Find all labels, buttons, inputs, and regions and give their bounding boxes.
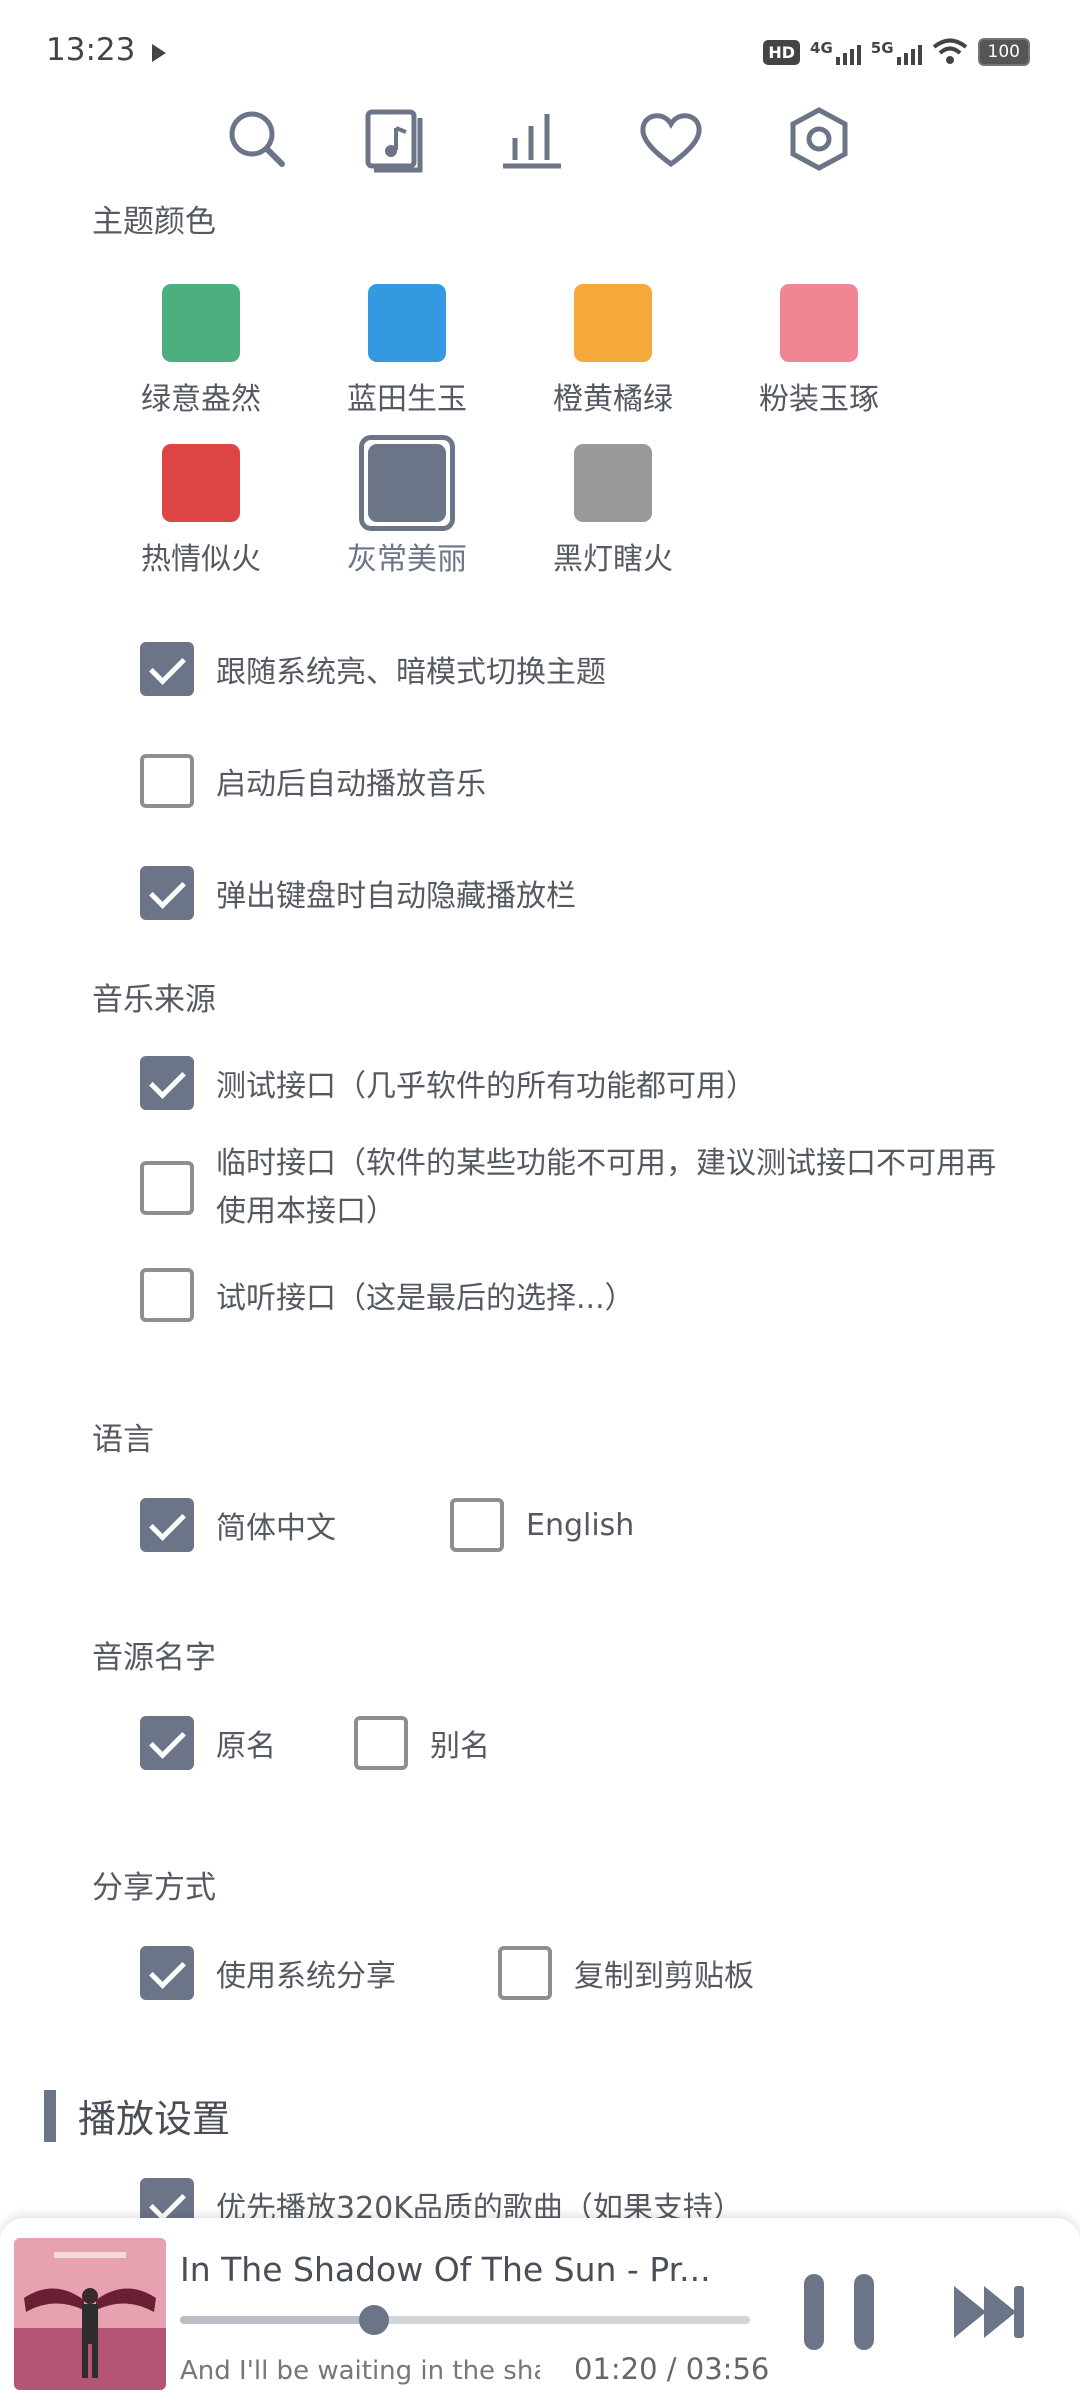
checkbox[interactable] <box>354 1716 408 1770</box>
language-title: 语言 <box>92 1422 154 1458</box>
source-preview-api[interactable]: 试听接口（这是最后的选择...） <box>140 1268 635 1322</box>
checkbox[interactable] <box>140 754 194 808</box>
option-autoplay[interactable]: 启动后自动播放音乐 <box>140 754 486 808</box>
swatch-dark-gray[interactable] <box>574 444 652 522</box>
next-button[interactable] <box>950 2280 1030 2344</box>
mini-player[interactable]: In The Shadow Of The Sun - Pr... And I'l… <box>0 2218 1080 2400</box>
source-temp-api[interactable]: 临时接口（软件的某些功能不可用，建议测试接口不可用再使用本接口） <box>140 1140 996 1236</box>
option-label: 跟随系统亮、暗模式切换主题 <box>216 655 606 690</box>
album-art[interactable] <box>14 2238 166 2390</box>
signal-4g-icon: 4G <box>810 39 861 65</box>
option-follow-system-theme[interactable]: 跟随系统亮、暗模式切换主题 <box>140 642 606 696</box>
option-label: 弹出键盘时自动隐藏播放栏 <box>216 879 576 914</box>
option-label: 别名 <box>430 1729 490 1764</box>
checkbox[interactable] <box>450 1498 504 1552</box>
pause-icon-bar <box>854 2274 874 2350</box>
progress-knob[interactable] <box>358 2305 389 2335</box>
swatch-label: 粉装玉琢 <box>759 382 879 417</box>
checkbox[interactable] <box>140 866 194 920</box>
option-label: 复制到剪贴板 <box>574 1959 754 1994</box>
swatch-label: 热情似火 <box>141 542 261 577</box>
language-zh[interactable]: 简体中文 <box>140 1498 336 1552</box>
option-label: 原名 <box>216 1729 276 1764</box>
playback-time: 01:20 / 03:56 <box>574 2352 770 2386</box>
option-label: 使用系统分享 <box>216 1959 396 1994</box>
swatch-red[interactable] <box>162 444 240 522</box>
option-label: English <box>526 1507 635 1543</box>
checkbox[interactable] <box>140 1268 194 1322</box>
hd-badge: HD <box>763 39 801 65</box>
status-bar: 13:23 HD 4G 5G 100 <box>0 0 1080 110</box>
swatch-label: 橙黄橘绿 <box>553 382 673 417</box>
pause-button[interactable] <box>804 2274 874 2350</box>
swatch-label: 绿意盎然 <box>141 382 261 417</box>
swatch-green[interactable] <box>162 284 240 362</box>
source-name-title: 音源名字 <box>92 1640 216 1676</box>
play-settings-title: 播放设置 <box>78 2097 231 2141</box>
swatch-label: 蓝田生玉 <box>347 382 467 417</box>
option-label: 临时接口（软件的某些功能不可用，建议测试接口不可用再使用本接口） <box>216 1146 996 1229</box>
swatch-blue[interactable] <box>368 284 446 362</box>
battery-indicator: 100 <box>977 38 1030 66</box>
status-time: 13:23 <box>46 32 136 68</box>
play-settings-header: 播放设置 <box>44 2088 230 2143</box>
music-note-icon[interactable] <box>360 104 430 174</box>
media-playing-icon <box>152 44 166 62</box>
music-source-title: 音乐来源 <box>92 982 216 1018</box>
swatch-pink[interactable] <box>780 284 858 362</box>
swatch-label-selected: 灰常美丽 <box>347 542 467 577</box>
option-label: 简体中文 <box>216 1511 336 1546</box>
lyric-line: And I'll be waiting in the sha... <box>180 2356 540 2386</box>
checkbox[interactable] <box>140 1946 194 2000</box>
status-indicators: HD 4G 5G 100 <box>763 34 1030 70</box>
share-title: 分享方式 <box>92 1870 216 1906</box>
checkbox[interactable] <box>140 642 194 696</box>
progress-slider[interactable] <box>180 2305 750 2335</box>
progress-fill <box>180 2316 374 2324</box>
option-label: 测试接口（几乎软件的所有功能都可用） <box>216 1069 756 1104</box>
source-name-original[interactable]: 原名 <box>140 1716 276 1770</box>
source-name-alias[interactable]: 别名 <box>354 1716 490 1770</box>
option-label: 试听接口（这是最后的选择...） <box>216 1281 635 1316</box>
bar-chart-icon[interactable] <box>497 104 567 174</box>
signal-4g-label: 4G <box>810 39 833 57</box>
option-hide-playbar-keyboard[interactable]: 弹出键盘时自动隐藏播放栏 <box>140 866 576 920</box>
section-accent-bar <box>44 2089 56 2142</box>
checkbox[interactable] <box>140 1498 194 1552</box>
settings-hexagon-icon[interactable] <box>784 104 854 174</box>
wifi-icon <box>932 38 967 64</box>
checkbox[interactable] <box>140 1716 194 1770</box>
heart-icon[interactable] <box>636 104 706 174</box>
swatch-label: 黑灯瞎火 <box>553 542 673 577</box>
checkbox[interactable] <box>140 1056 194 1110</box>
share-system[interactable]: 使用系统分享 <box>140 1946 396 2000</box>
song-title: In The Shadow Of The Sun - Pr... <box>180 2250 711 2289</box>
checkbox[interactable] <box>140 1161 194 1215</box>
checkbox[interactable] <box>498 1946 552 2000</box>
skip-next-icon <box>954 2286 1024 2338</box>
signal-5g-icon: 5G <box>871 39 922 65</box>
search-icon[interactable] <box>222 104 292 174</box>
pause-icon <box>804 2274 824 2350</box>
swatch-gray[interactable] <box>368 444 446 522</box>
swatch-orange[interactable] <box>574 284 652 362</box>
source-test-api[interactable]: 测试接口（几乎软件的所有功能都可用） <box>140 1056 756 1110</box>
signal-5g-label: 5G <box>870 39 894 57</box>
theme-section-title: 主题颜色 <box>92 204 216 240</box>
language-en[interactable]: English <box>450 1498 634 1552</box>
share-clipboard[interactable]: 复制到剪贴板 <box>498 1946 754 2000</box>
option-label: 启动后自动播放音乐 <box>216 767 486 802</box>
